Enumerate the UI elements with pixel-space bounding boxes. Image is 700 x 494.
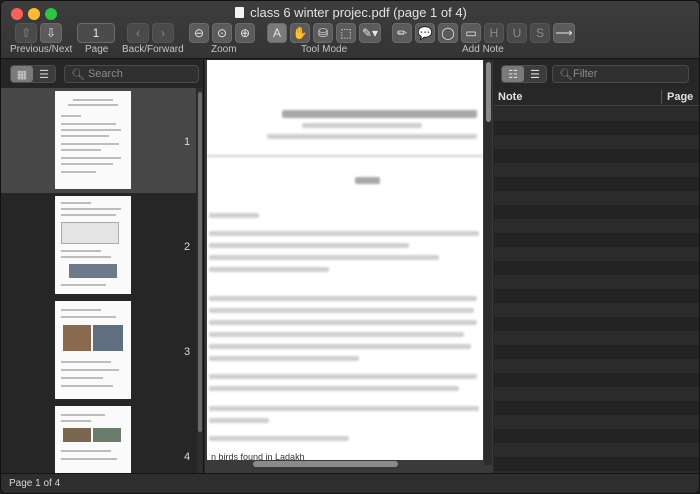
search-icon: 🔍︎ <box>559 68 573 81</box>
chevron-left-icon: ‹ <box>136 26 140 40</box>
page-number-value: 1 <box>92 26 100 40</box>
zoom-out-button[interactable]: ⊖ <box>189 23 209 43</box>
oval-tool-button[interactable]: ◯ <box>438 23 458 43</box>
back-button[interactable]: ‹ <box>127 23 149 43</box>
magnifier-icon: ⊙ <box>216 26 228 40</box>
page-column-header[interactable]: Page <box>667 91 693 103</box>
forward-button[interactable]: › <box>152 23 174 43</box>
previous-next-label: Previous/Next <box>10 44 73 55</box>
notes-filter-field[interactable]: 🔍︎ Filter <box>552 65 689 83</box>
notes-list-button[interactable]: ☷ <box>502 66 524 82</box>
thumbnail-page-4[interactable]: 4 <box>1 403 196 473</box>
page-thumbnail <box>55 196 131 294</box>
notes-panel: ☷ ☰ 🔍︎ Filter Note Page <box>494 60 699 473</box>
previous-page-button[interactable]: ⇧ <box>15 23 37 43</box>
stamp-icon: ⛁ <box>317 26 329 40</box>
pen-icon: ✎▾ <box>361 26 379 40</box>
sidebar-scrollbar[interactable] <box>197 88 203 473</box>
rectangle-icon: ▭ <box>465 26 477 40</box>
oval-icon: ◯ <box>441 26 455 40</box>
highlight-tool-button[interactable]: ✏ <box>392 23 412 43</box>
sidebar-view-toggle: ▦ ☰ <box>10 65 56 83</box>
speech-bubble-icon: 💬 <box>417 26 433 40</box>
toolbar: class 6 winter projec.pdf (page 1 of 4) … <box>1 1 699 59</box>
hand-icon: ✋ <box>292 26 308 40</box>
page-thumbnail <box>55 301 131 399</box>
document-view[interactable]: n birds found in Ladakh <box>205 60 493 473</box>
thumbnail-page-number: 3 <box>184 346 191 358</box>
dashed-rectangle-icon: ⬚ <box>340 26 352 40</box>
window-title-text: class 6 winter projec.pdf (page 1 of 4) <box>250 5 467 20</box>
speech-bubble-tool-button[interactable]: 💬 <box>415 23 435 43</box>
page-thumbnail <box>55 91 131 189</box>
window-title: class 6 winter projec.pdf (page 1 of 4) <box>1 5 699 20</box>
arrow-tool-button[interactable]: ⟶ <box>553 23 575 43</box>
back-forward-label: Back/Forward <box>122 44 184 55</box>
actual-size-button[interactable]: ⊙ <box>212 23 232 43</box>
column-divider <box>661 90 662 104</box>
pen-tool-menu[interactable]: ✎▾ <box>359 23 381 43</box>
strikethrough-icon: S <box>535 26 544 40</box>
text-tool-button[interactable]: A <box>267 23 287 43</box>
search-placeholder: Search <box>87 68 123 80</box>
search-icon: 🔍︎ <box>71 68 85 81</box>
thumbnail-page-1[interactable]: 1 <box>1 88 196 193</box>
thumbnail-page-3[interactable]: 3 <box>1 298 196 403</box>
zoom-in-icon: ⊕ <box>239 26 251 40</box>
highlight-text-icon: H <box>489 26 499 40</box>
status-bar: Page 1 of 4 <box>1 473 699 493</box>
annotate-tool-button[interactable]: ⛁ <box>313 23 333 43</box>
notes-table-body <box>494 107 699 473</box>
page-label: Page <box>85 44 109 55</box>
sidebar-search-field[interactable]: 🔍︎ Search <box>64 65 199 83</box>
notes-grid-button[interactable]: ☰ <box>524 66 546 82</box>
zoom-label: Zoom <box>211 44 237 55</box>
note-column-header[interactable]: Note <box>498 91 522 103</box>
arrow-icon: ⟶ <box>555 26 573 40</box>
text-cursor-icon: A <box>272 26 281 40</box>
zoom-out-icon: ⊖ <box>193 26 205 40</box>
chevron-right-icon: › <box>161 26 165 40</box>
notes-table-header: Note Page <box>494 88 699 106</box>
thumbnail-page-number: 2 <box>184 241 191 253</box>
pdf-document-icon <box>235 7 245 18</box>
list-view-button[interactable]: ☰ <box>33 66 55 82</box>
strikethrough-text-button[interactable]: S <box>530 23 550 43</box>
thumbnail-page-2[interactable]: 2 <box>1 193 196 298</box>
document-vertical-scrollbar[interactable] <box>484 60 492 465</box>
pdf-page[interactable]: n birds found in Ladakh <box>207 60 483 460</box>
sidebar-scroll-knob[interactable] <box>198 92 202 432</box>
thumbnail-view-button[interactable]: ▦ <box>11 66 33 82</box>
tool-mode-label: Tool Mode <box>301 44 348 55</box>
next-page-button[interactable]: ⇩ <box>40 23 62 43</box>
add-note-label: Add Note <box>462 44 504 55</box>
page-number-field[interactable]: 1 <box>77 23 115 43</box>
thumbnail-page-number: 4 <box>184 451 191 463</box>
up-arrow-icon: ⇧ <box>20 26 32 40</box>
rectangle-tool-button[interactable]: ▭ <box>461 23 481 43</box>
thumbnail-list: 1 2 3 4 <box>1 88 196 473</box>
page-status-text: Page 1 of 4 <box>9 478 61 489</box>
page-thumbnail <box>55 406 131 473</box>
zoom-in-button[interactable]: ⊕ <box>235 23 255 43</box>
highlighter-icon: ✏ <box>396 26 408 40</box>
thumbnail-sidebar: ▦ ☰ 🔍︎ Search 1 2 3 4 <box>1 60 204 473</box>
select-tool-button[interactable]: ⬚ <box>336 23 356 43</box>
document-horizontal-scrollbar[interactable] <box>253 461 398 467</box>
underline-text-button[interactable]: U <box>507 23 527 43</box>
document-scroll-knob[interactable] <box>486 62 491 122</box>
page-visible-text: n birds found in Ladakh <box>211 452 305 460</box>
thumbnail-page-number: 1 <box>184 136 191 148</box>
highlight-text-button[interactable]: H <box>484 23 504 43</box>
move-tool-button[interactable]: ✋ <box>290 23 310 43</box>
down-arrow-icon: ⇩ <box>45 26 57 40</box>
preview-window: class 6 winter projec.pdf (page 1 of 4) … <box>0 0 700 494</box>
notes-view-toggle: ☷ ☰ <box>501 65 547 83</box>
underline-icon: U <box>512 26 522 40</box>
filter-placeholder: Filter <box>572 68 598 80</box>
